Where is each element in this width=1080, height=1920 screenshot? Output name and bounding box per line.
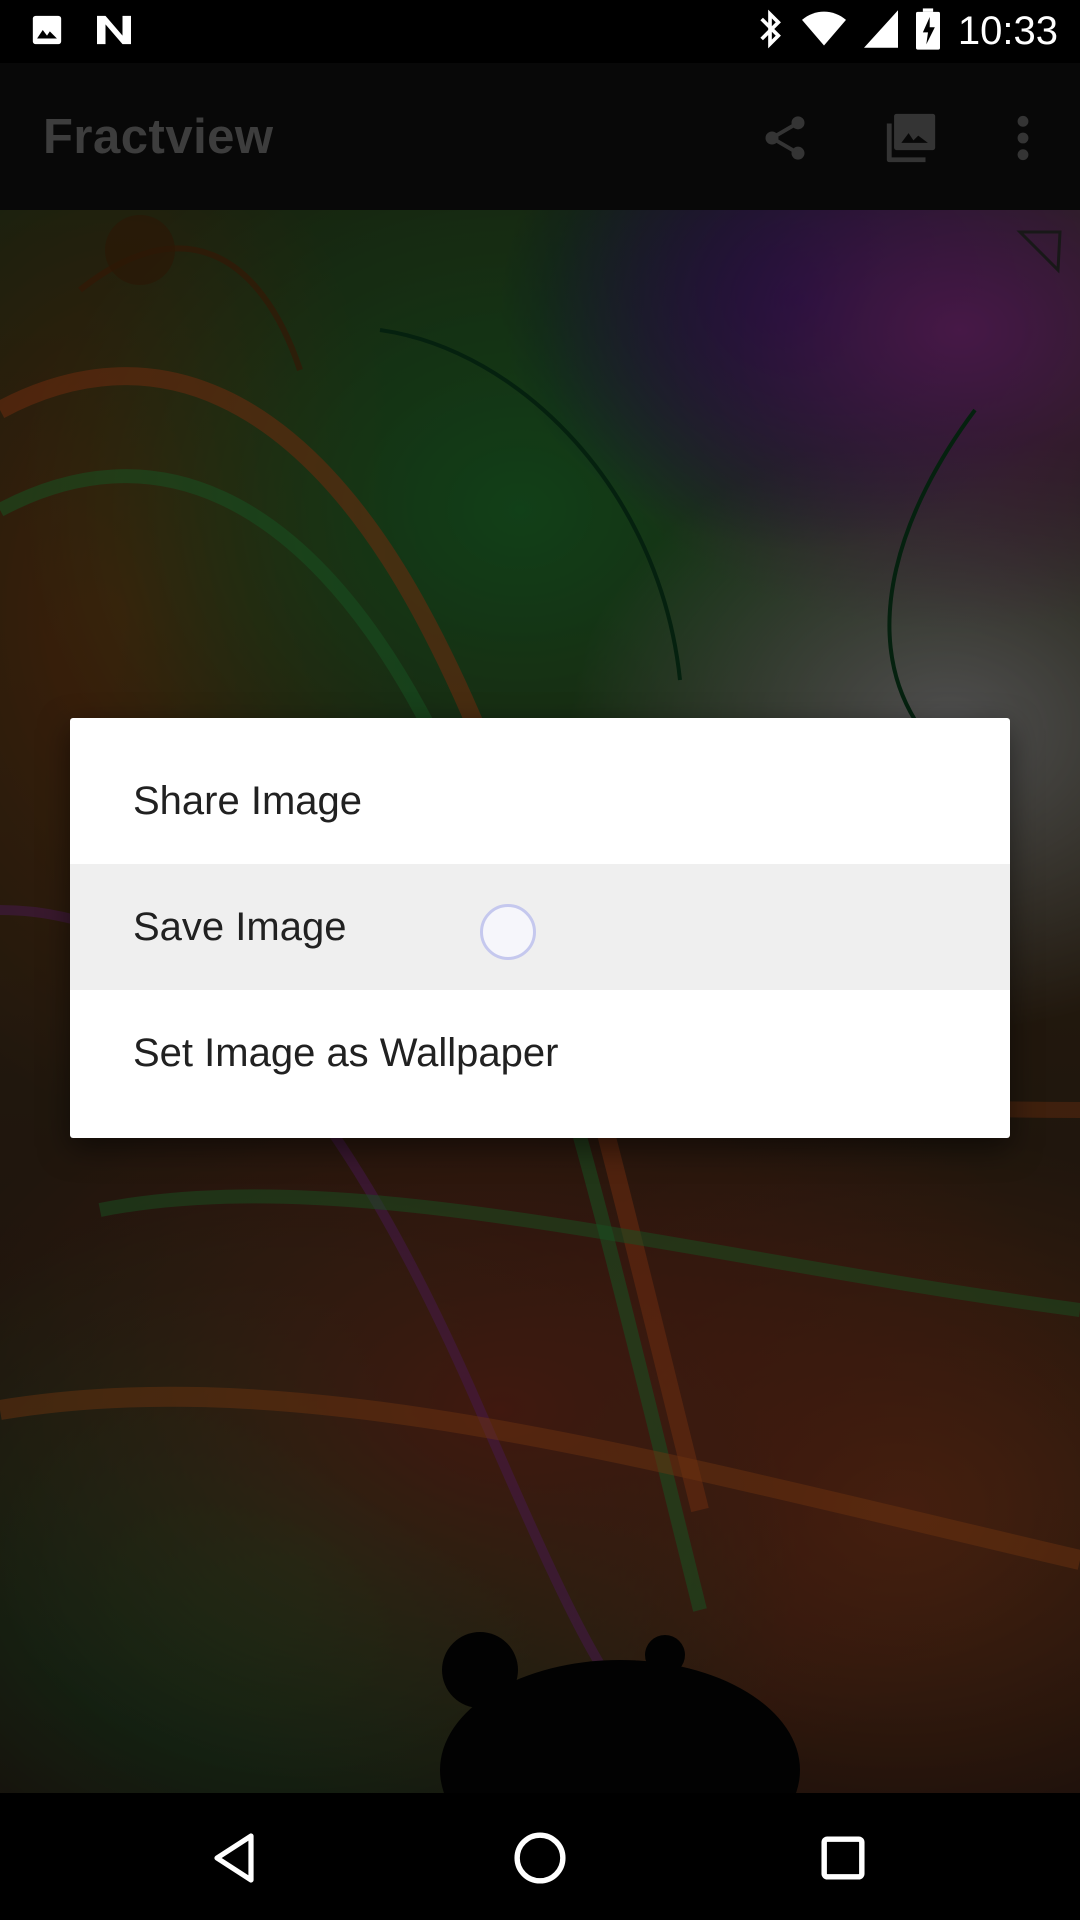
image-icon bbox=[30, 13, 64, 52]
share-image-item[interactable]: Share Image bbox=[70, 738, 1010, 864]
n-notification-icon bbox=[94, 13, 134, 52]
recents-icon[interactable] bbox=[808, 1823, 878, 1893]
signal-icon bbox=[863, 10, 898, 53]
battery-charging-icon bbox=[915, 8, 940, 55]
bluetooth-icon bbox=[756, 9, 784, 54]
save-image-label: Save Image bbox=[133, 904, 347, 949]
share-image-label: Share Image bbox=[133, 778, 363, 823]
save-image-item[interactable]: Save Image bbox=[70, 864, 1010, 990]
image-actions-dialog: Share Image Save Image Set Image as Wall… bbox=[70, 718, 1010, 1138]
wifi-icon bbox=[801, 10, 846, 53]
back-icon[interactable] bbox=[200, 1823, 270, 1893]
navigation-bar bbox=[0, 1793, 1080, 1920]
set-wallpaper-label: Set Image as Wallpaper bbox=[133, 1030, 559, 1075]
status-time: 10:33 bbox=[957, 9, 1058, 53]
set-wallpaper-item[interactable]: Set Image as Wallpaper bbox=[70, 990, 1010, 1116]
touch-indicator bbox=[480, 904, 536, 960]
home-icon[interactable] bbox=[505, 1823, 575, 1893]
status-bar: 10:33 bbox=[0, 0, 1080, 63]
